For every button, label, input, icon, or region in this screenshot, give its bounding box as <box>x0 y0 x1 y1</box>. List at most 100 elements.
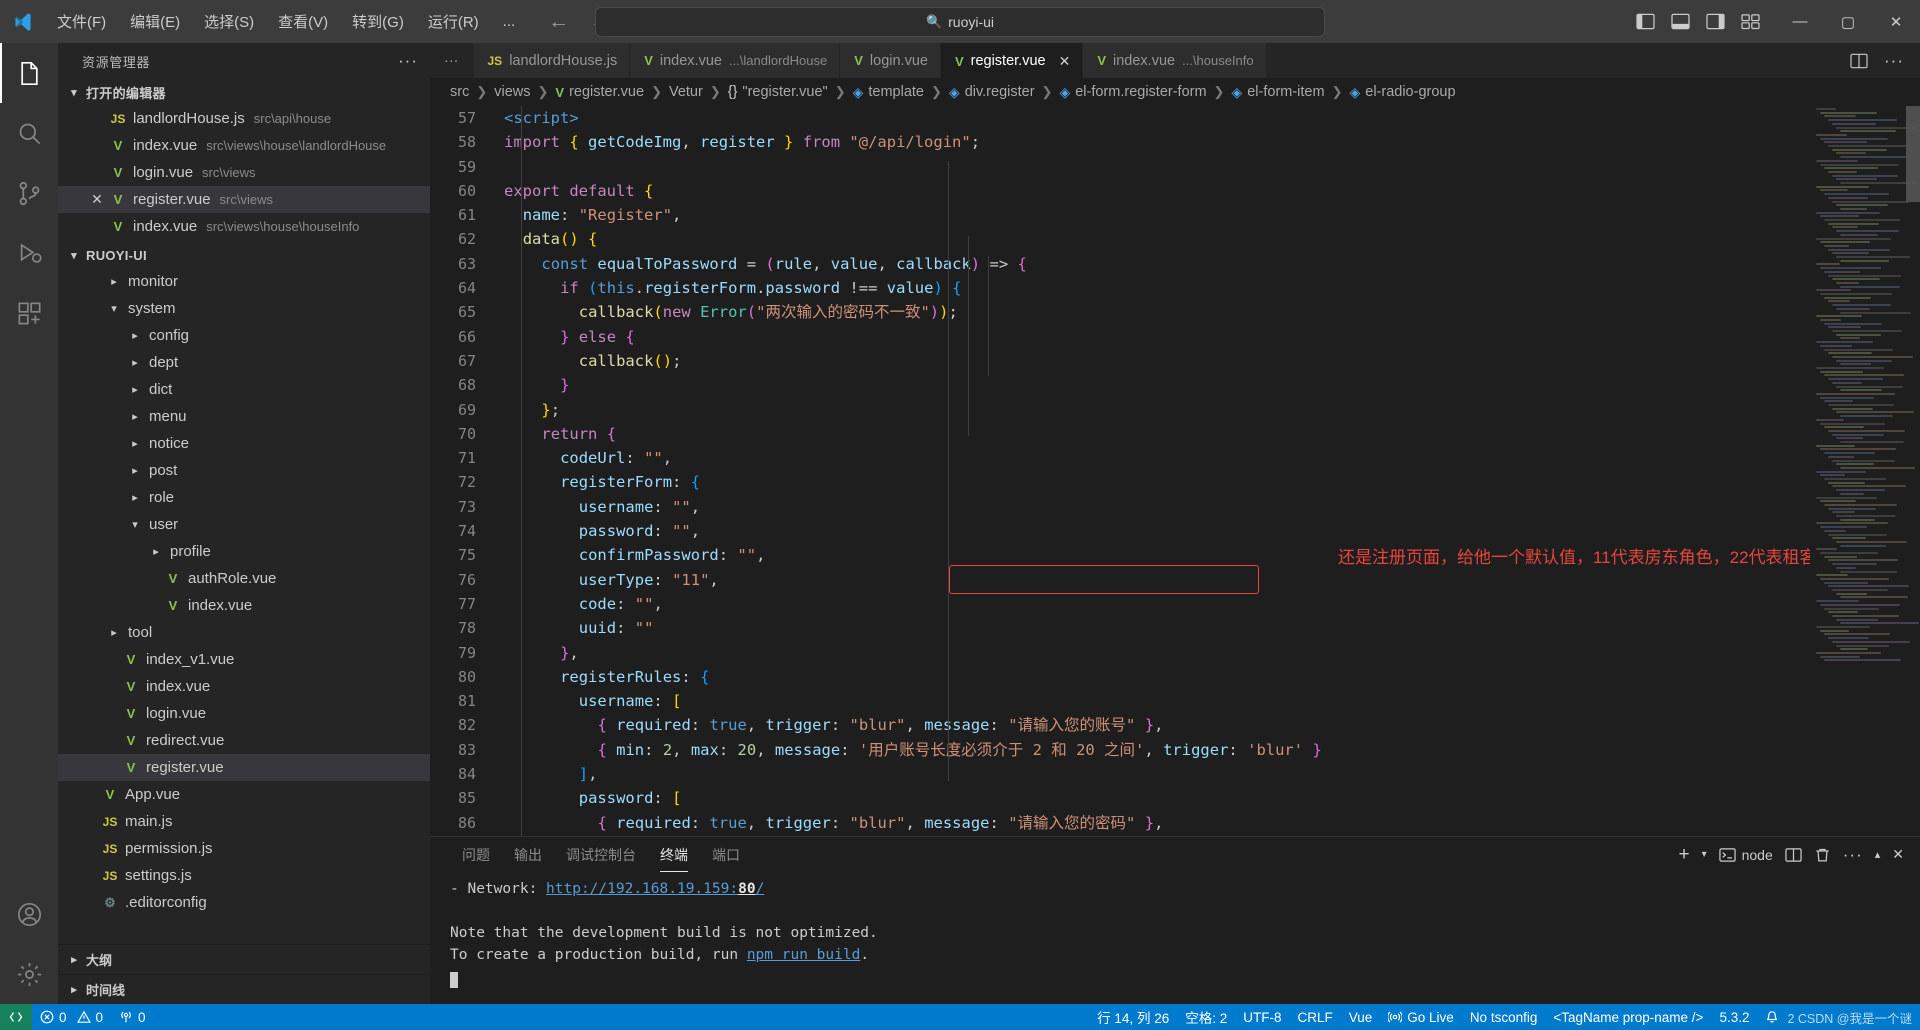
split-terminal-icon[interactable] <box>1785 847 1802 863</box>
explorer-more-actions[interactable]: ··· <box>398 51 418 71</box>
chevron-down-icon[interactable]: ▾ <box>1702 849 1707 860</box>
tree-folder-monitor[interactable]: ▸ monitor <box>58 268 430 295</box>
code-line[interactable]: 67 callback(); <box>430 349 1920 373</box>
code-line[interactable]: 83 { min: 2, max: 20, message: '用户账号长度必须… <box>430 738 1920 762</box>
code-line[interactable]: 64 if (this.registerForm.password !== va… <box>430 276 1920 300</box>
code-line[interactable]: 74 password: "", <box>430 519 1920 543</box>
activity-source-control[interactable] <box>0 163 58 223</box>
menu-more[interactable]: ... <box>492 9 527 34</box>
eol-status[interactable]: CRLF <box>1289 1004 1340 1030</box>
code-line[interactable]: 79 }, <box>430 641 1920 665</box>
code-line[interactable]: 65 callback(new Error("两次输入的密码不一致")); <box>430 300 1920 324</box>
code-line[interactable]: 58 import { getCodeImg, register } from "… <box>430 130 1920 154</box>
code-line[interactable]: 60 export default { <box>430 179 1920 203</box>
terminal-url[interactable]: http://192.168.19.159: <box>546 881 738 897</box>
code-line[interactable]: 86 { required: true, trigger: "blur", me… <box>430 811 1920 835</box>
activity-extensions[interactable] <box>0 283 58 343</box>
breadcrumb-item-register-vue[interactable]: Vregister.vue <box>555 84 644 100</box>
breadcrumb-item-views[interactable]: views <box>494 84 530 100</box>
terminal-output[interactable]: - Network: http://192.168.19.159:80/ Not… <box>430 872 1920 1004</box>
breadcrumb-item-template[interactable]: ◈ template <box>853 84 924 101</box>
chevron-up-icon[interactable]: ▴ <box>1875 848 1881 861</box>
tree-file-register.vue[interactable]: Vregister.vue <box>58 754 430 781</box>
code-line[interactable]: 72 registerForm: { <box>430 470 1920 494</box>
close-button[interactable]: ✕ <box>1872 0 1920 43</box>
tree-file-settings.js[interactable]: JS settings.js <box>58 862 430 889</box>
breadcrumb-item-el-form[interactable]: ◈ el-form.register-form <box>1059 84 1206 101</box>
tab-login-vue[interactable]: V login.vue <box>840 43 941 78</box>
tsconfig-status[interactable]: No tsconfig <box>1462 1004 1546 1030</box>
terminal-selector[interactable]: node <box>1718 847 1773 863</box>
close-panel-icon[interactable]: ✕ <box>1892 846 1904 863</box>
panel-tab-ports[interactable]: 端口 <box>700 837 752 872</box>
code-line[interactable]: 73 username: "", <box>430 495 1920 519</box>
code-line[interactable]: 70 return { <box>430 422 1920 446</box>
terminal-url-port[interactable]: 80 <box>738 881 755 897</box>
tree-file-index_v1.vue[interactable]: Vindex_v1.vue <box>58 646 430 673</box>
tree-folder-system[interactable]: ▾ system <box>58 295 430 322</box>
minimap[interactable] <box>1810 106 1920 836</box>
version-status[interactable]: 5.3.2 <box>1711 1004 1757 1030</box>
maximize-button[interactable]: ▢ <box>1824 0 1872 43</box>
customize-layout-icon[interactable] <box>1741 13 1760 30</box>
toggle-panel-icon[interactable] <box>1671 13 1690 30</box>
back-arrow-icon[interactable]: ← <box>548 11 569 32</box>
tree-file-.editorconfig[interactable]: ⚙ .editorconfig <box>58 889 430 916</box>
tree-folder-menu[interactable]: ▸ menu <box>58 403 430 430</box>
toggle-secondary-sidebar-icon[interactable] <box>1706 13 1725 30</box>
code-line[interactable]: 87 { min: 5, max: 20, message: '用户密码长度必须… <box>430 835 1920 836</box>
tree-file-App.vue[interactable]: V App.vue <box>58 781 430 808</box>
tagname-status[interactable]: <TagName prop-name /> <box>1545 1004 1711 1030</box>
code-line[interactable]: 77 code: "", <box>430 592 1920 616</box>
language-mode-status[interactable]: Vue <box>1341 1004 1381 1030</box>
outline-section[interactable]: ▸ 大纲 <box>58 944 430 974</box>
encoding-status[interactable]: UTF-8 <box>1235 1004 1289 1030</box>
tab-close-icon[interactable]: ✕ <box>1059 53 1071 70</box>
code-line[interactable]: 71 codeUrl: "", <box>430 446 1920 470</box>
minimize-button[interactable]: — <box>1776 0 1824 43</box>
tree-file-redirect.vue[interactable]: Vredirect.vue <box>58 727 430 754</box>
editor-more-actions-icon[interactable]: ··· <box>1884 51 1904 71</box>
trash-icon[interactable] <box>1814 847 1831 863</box>
tab-index-vue-landlordHouse[interactable]: V index.vue ...\landlordHouse <box>630 43 841 78</box>
toggle-primary-sidebar-icon[interactable] <box>1636 13 1655 30</box>
breadcrumb-item-src[interactable]: src <box>450 84 469 100</box>
code-line[interactable]: 59 <box>430 155 1920 179</box>
tab-index-vue-houseInfo[interactable]: V index.vue ...\houseInfo <box>1083 43 1267 78</box>
panel-more-actions-icon[interactable]: ··· <box>1843 845 1863 865</box>
menu-view[interactable]: 查看(V) <box>267 7 339 36</box>
breadcrumb-item-el-radio-group[interactable]: ◈ el-radio-group <box>1349 84 1455 101</box>
tree-folder-dict[interactable]: ▸ dict <box>58 376 430 403</box>
cursor-position-status[interactable]: 行 14, 列 26 <box>1089 1004 1177 1030</box>
panel-tab-debug-console[interactable]: 调试控制台 <box>554 837 648 872</box>
tree-folder-profile[interactable]: ▸ profile <box>58 538 430 565</box>
activity-run-debug[interactable] <box>0 223 58 283</box>
close-editor-icon[interactable]: ✕ <box>86 191 108 208</box>
activity-account[interactable] <box>0 884 58 944</box>
breadcrumb-item-register-symbol[interactable]: {} "register.vue" <box>728 84 828 100</box>
go-live-status[interactable]: Go Live <box>1380 1004 1462 1030</box>
menu-file[interactable]: 文件(F) <box>46 7 117 36</box>
tree-file-index.vue[interactable]: Vindex.vue <box>58 673 430 700</box>
remote-window-button[interactable] <box>0 1004 32 1030</box>
tree-folder-notice[interactable]: ▸ notice <box>58 430 430 457</box>
tree-folder-role[interactable]: ▸ role <box>58 484 430 511</box>
code-line[interactable]: 62 data() { <box>430 227 1920 251</box>
code-line[interactable]: 68 } <box>430 373 1920 397</box>
project-section[interactable]: ▾ RUOYI-UI <box>58 242 430 268</box>
breadcrumb-item-el-form-item[interactable]: ◈ el-form-item <box>1231 84 1324 101</box>
tree-folder-user[interactable]: ▾ user <box>58 511 430 538</box>
plus-icon[interactable]: + <box>1678 845 1689 864</box>
code-line[interactable]: 82 { required: true, trigger: "blur", me… <box>430 713 1920 737</box>
command-search-input[interactable]: 🔍 ruoyi-ui <box>595 6 1325 37</box>
menu-run[interactable]: 运行(R) <box>417 7 490 36</box>
code-line[interactable]: 78 uuid: "" <box>430 616 1920 640</box>
tree-folder-tool[interactable]: ▸ tool <box>58 619 430 646</box>
menu-selection[interactable]: 选择(S) <box>193 7 265 36</box>
indentation-status[interactable]: 空格: 2 <box>1177 1004 1235 1030</box>
tree-file-authRole.vue[interactable]: VauthRole.vue <box>58 565 430 592</box>
terminal-command[interactable]: npm run build <box>747 947 861 963</box>
terminal-url-tail[interactable]: / <box>756 881 765 897</box>
tree-folder-config[interactable]: ▸ config <box>58 322 430 349</box>
open-editor-item[interactable]: JS landlordHouse.js src\api\house <box>58 105 430 132</box>
